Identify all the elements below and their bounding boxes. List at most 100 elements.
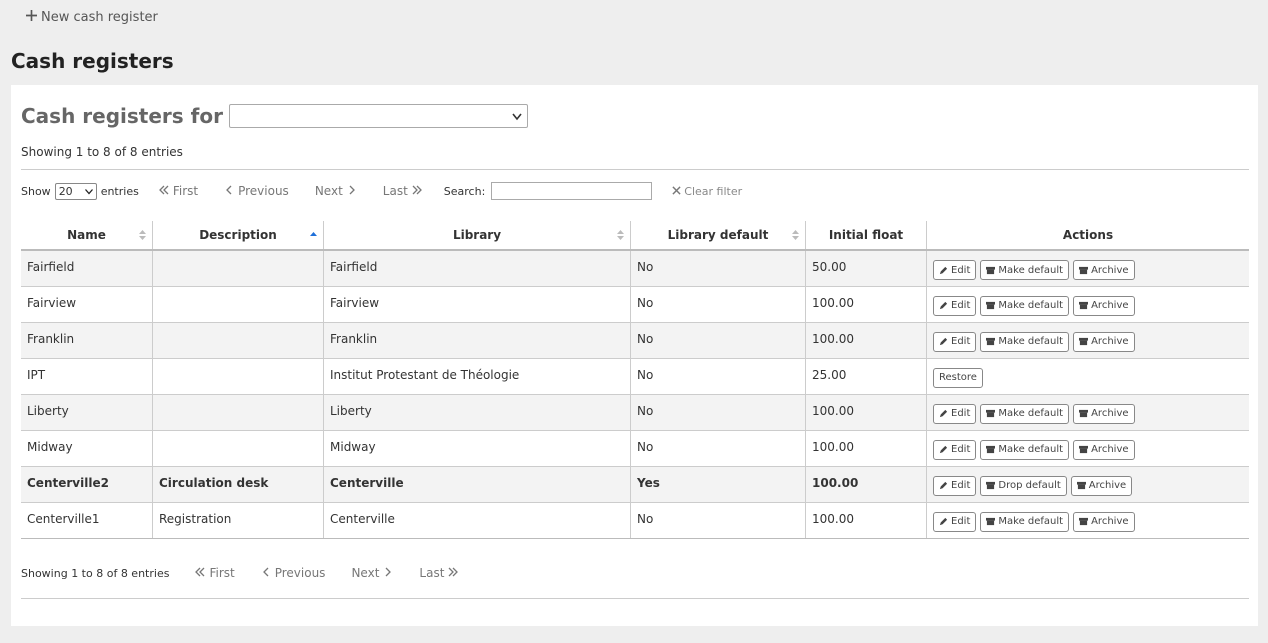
sort-icon xyxy=(792,230,799,240)
next-label: Next xyxy=(351,566,380,580)
column-header-actions: Actions xyxy=(926,221,1249,251)
column-label: Library default xyxy=(667,228,769,242)
archive-button[interactable]: Archive xyxy=(1073,403,1135,424)
cell-initial-float: 100.00 xyxy=(805,465,927,502)
chevron-down-icon xyxy=(84,185,93,198)
double-chevron-left-icon xyxy=(195,566,205,580)
first-page-button[interactable]: First xyxy=(195,566,235,580)
cell-library: Institut Protestant de Théologie xyxy=(323,357,631,394)
archive-button[interactable]: Archive xyxy=(1073,331,1135,352)
first-page-button[interactable]: First xyxy=(158,184,198,198)
double-chevron-right-icon xyxy=(412,184,422,198)
archive-button[interactable]: Archive xyxy=(1073,295,1135,316)
make-default-button[interactable]: Make default xyxy=(980,295,1070,316)
column-header-description[interactable]: Description xyxy=(152,221,324,251)
make-default-button[interactable]: Make default xyxy=(980,260,1070,280)
edit-button[interactable]: Edit xyxy=(933,260,977,280)
double-chevron-right-icon xyxy=(448,566,459,580)
next-page-button[interactable]: Next xyxy=(315,184,357,198)
pager-bottom: First Previous Next Last xyxy=(195,566,459,580)
new-cash-register-label: New cash register xyxy=(41,10,158,25)
column-label: Name xyxy=(67,228,106,242)
previous-label: Previous xyxy=(238,184,289,198)
show-label: Show xyxy=(21,184,51,198)
column-label: Library xyxy=(452,228,502,242)
make-default-label: Make default xyxy=(998,336,1064,347)
new-cash-register-button[interactable]: New cash register xyxy=(26,10,158,25)
archive-label: Archive xyxy=(1088,480,1127,491)
column-label: Initial float xyxy=(828,228,904,242)
archive-icon xyxy=(986,445,996,454)
make-default-button[interactable]: Make default xyxy=(980,403,1070,424)
cell-library: Fairview xyxy=(323,285,631,322)
last-page-button[interactable]: Last xyxy=(383,184,422,198)
cell-initial-float: 100.00 xyxy=(805,429,927,466)
cell-initial-float: 50.00 xyxy=(805,249,927,286)
archive-icon xyxy=(1079,266,1089,274)
archive-button[interactable]: Archive xyxy=(1070,475,1133,496)
edit-button[interactable]: Edit xyxy=(933,511,977,532)
make-default-button[interactable]: Make default xyxy=(980,439,1070,460)
next-page-button[interactable]: Next xyxy=(351,566,393,580)
search-input[interactable] xyxy=(491,182,653,200)
cell-name: Franklin xyxy=(21,321,153,358)
restore-label: Restore xyxy=(939,372,977,383)
double-chevron-left-icon xyxy=(158,184,169,198)
table-row: Liberty Liberty No 100.00 Edit Make defau… xyxy=(21,393,1249,430)
edit-button[interactable]: Edit xyxy=(933,439,977,460)
chevron-left-icon xyxy=(224,184,234,198)
cell-name: Liberty xyxy=(21,393,153,430)
cell-initial-float: 100.00 xyxy=(805,321,927,358)
restore-button[interactable]: Restore xyxy=(933,367,983,388)
drop-default-button[interactable]: Drop default xyxy=(980,475,1067,496)
chevron-right-icon xyxy=(383,566,393,580)
cell-library-default: No xyxy=(630,321,806,358)
chevron-right-icon xyxy=(347,184,357,198)
clear-filter-button[interactable]: Clear filter xyxy=(672,185,742,198)
last-page-button[interactable]: Last xyxy=(419,566,459,580)
archive-button[interactable]: Archive xyxy=(1073,511,1135,532)
edit-button[interactable]: Edit xyxy=(933,331,977,352)
cell-actions: Edit Make default Archive xyxy=(926,285,1249,322)
table-row: IPT Institut Protestant de Théologie No … xyxy=(21,357,1249,394)
previous-label: Previous xyxy=(274,566,326,580)
make-default-button[interactable]: Make default xyxy=(980,331,1070,352)
archive-icon xyxy=(986,481,996,490)
archive-icon xyxy=(1079,445,1089,454)
cell-description xyxy=(152,321,324,358)
table-controls: Show 20 entries First Previous Next Last xyxy=(21,182,742,200)
column-header-library-default[interactable]: Library default xyxy=(630,221,806,251)
library-select[interactable] xyxy=(228,104,528,128)
cell-library: Centerville xyxy=(323,501,631,539)
cell-library-default: No xyxy=(630,285,806,322)
cell-library-default: No xyxy=(630,393,806,430)
column-header-library[interactable]: Library xyxy=(323,221,631,251)
page-title: Cash registers xyxy=(11,49,174,73)
previous-page-button[interactable]: Previous xyxy=(224,184,289,198)
cell-initial-float: 100.00 xyxy=(805,285,927,322)
archive-label: Archive xyxy=(1091,444,1129,455)
column-header-name[interactable]: Name xyxy=(21,221,153,251)
make-default-label: Make default xyxy=(998,444,1064,455)
make-default-button[interactable]: Make default xyxy=(980,511,1070,532)
archive-button[interactable]: Archive xyxy=(1073,260,1135,280)
archive-label: Archive xyxy=(1091,516,1129,527)
archive-button[interactable]: Archive xyxy=(1073,439,1135,460)
archive-icon xyxy=(1079,409,1089,418)
sort-ascending-icon xyxy=(310,232,317,236)
pencil-icon xyxy=(939,301,948,310)
cell-actions: Edit Make default Archive xyxy=(926,393,1249,430)
cell-library-default: No xyxy=(630,249,806,286)
pager-top: First Previous Next Last xyxy=(158,184,422,198)
cell-name: Fairview xyxy=(21,285,153,322)
sort-icon xyxy=(617,230,624,240)
last-label: Last xyxy=(419,566,445,580)
edit-button[interactable]: Edit xyxy=(933,475,977,496)
page-length-select[interactable]: 20 xyxy=(54,182,97,200)
cell-description xyxy=(152,285,324,322)
cell-name: Fairfield xyxy=(21,249,153,286)
cell-library-default: No xyxy=(630,501,806,539)
edit-button[interactable]: Edit xyxy=(933,403,977,424)
previous-page-button[interactable]: Previous xyxy=(261,566,326,580)
edit-button[interactable]: Edit xyxy=(933,295,977,316)
